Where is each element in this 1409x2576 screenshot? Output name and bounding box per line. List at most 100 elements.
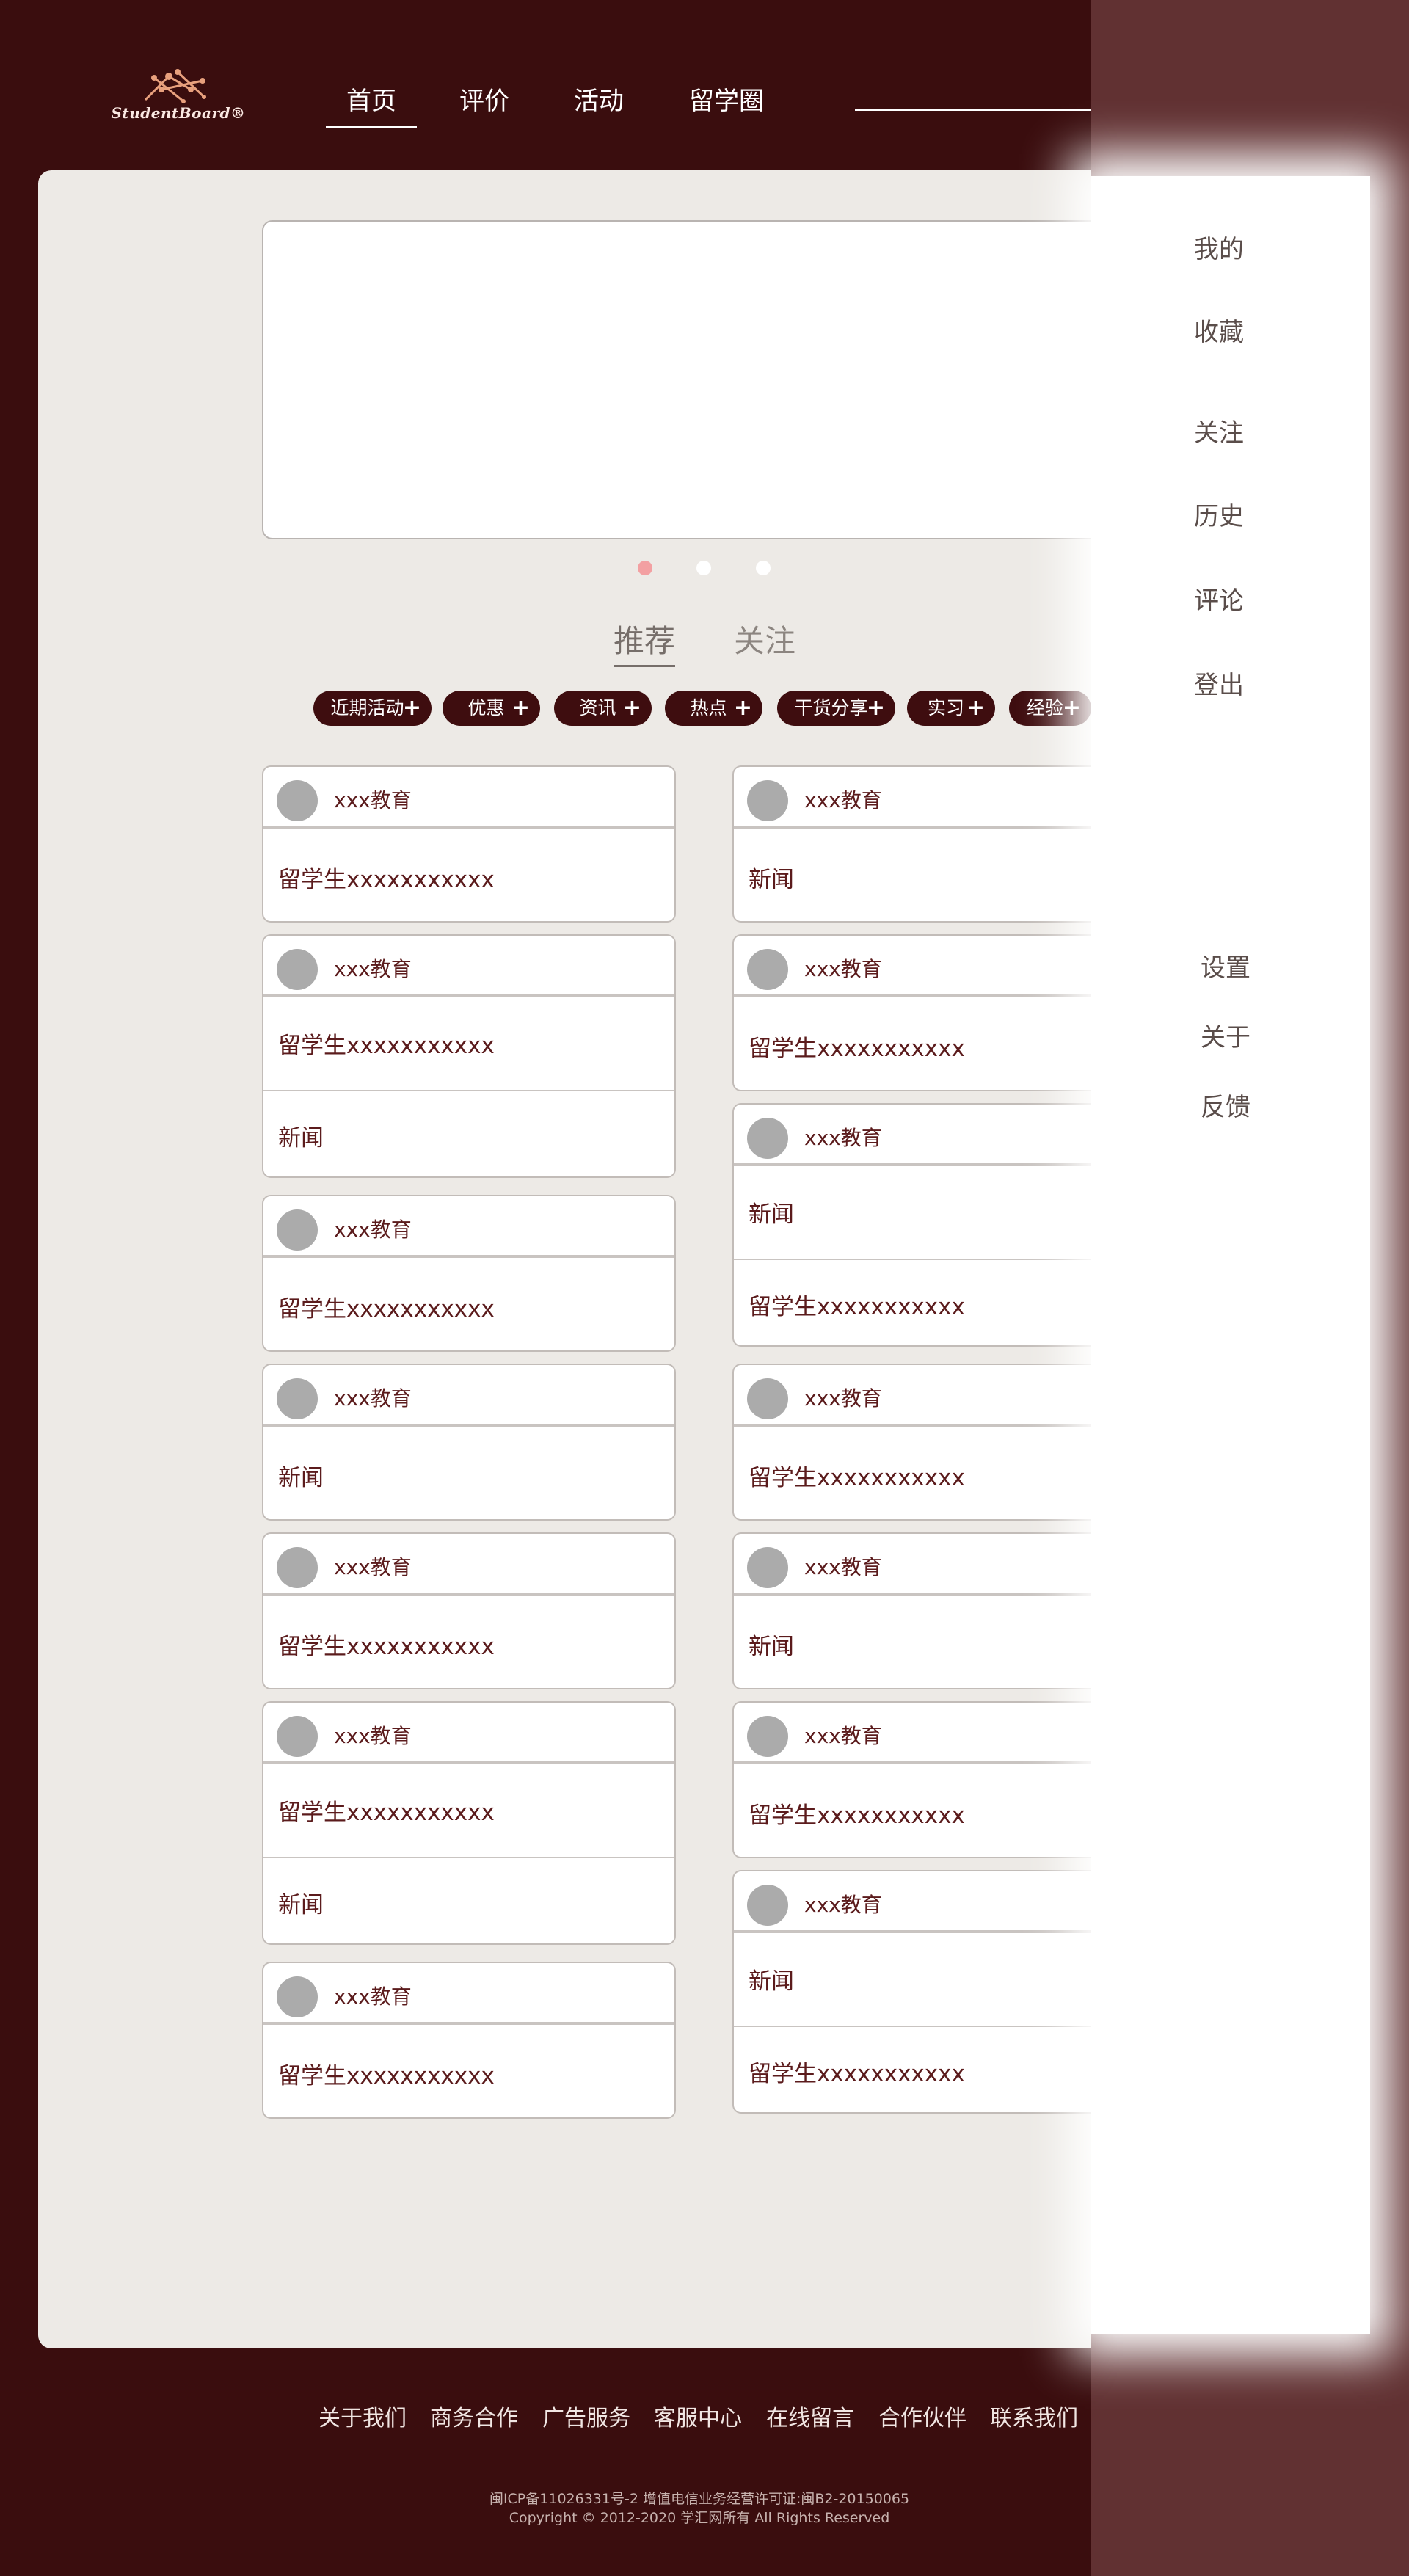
carousel-dot-2[interactable] (696, 561, 711, 575)
avatar (747, 1547, 788, 1588)
feed-item[interactable]: 新闻 (734, 827, 1142, 921)
footer-link-message[interactable]: 在线留言 (766, 2400, 854, 2432)
chip-deals[interactable]: 优惠 + (443, 691, 540, 726)
feed-item[interactable]: 新闻 (734, 1165, 1142, 1259)
chip-experience[interactable]: 经验 + (1009, 691, 1091, 726)
feed-card[interactable]: xxx教育 新闻 留学生xxxxxxxxxxx (732, 1103, 1143, 1347)
chip-recent-activities[interactable]: 近期活动 + (313, 691, 432, 726)
card-header: xxx教育 (263, 1365, 674, 1425)
feed-item-text: 留学生xxxxxxxxxxx (278, 867, 495, 893)
chip-label: 实习 (927, 697, 964, 718)
feed-item-text: 留学生xxxxxxxxxxx (278, 1634, 495, 1660)
feed-item[interactable]: 新闻 (263, 1090, 674, 1176)
menu-item-logout[interactable]: 登出 (1194, 665, 1244, 701)
feed-item-text: 新闻 (749, 1201, 794, 1228)
menu-item-favorites[interactable]: 收藏 (1194, 312, 1244, 348)
card-header: xxx教育 (263, 1703, 674, 1763)
chip-news[interactable]: 资讯 + (554, 691, 652, 726)
card-header: xxx教育 (734, 936, 1142, 996)
feed-card[interactable]: xxx教育 留学生xxxxxxxxxxx (262, 1962, 676, 2119)
feed-item[interactable]: 留学生xxxxxxxxxxx (734, 1259, 1142, 1345)
menu-item-settings[interactable]: 设置 (1201, 947, 1250, 983)
chip-tips[interactable]: 干货分享 + (777, 691, 895, 726)
chip-label: 优惠 (467, 697, 505, 718)
footer-link-partners[interactable]: 合作伙伴 (878, 2400, 966, 2432)
card-source: xxx教育 (804, 1126, 882, 1150)
feed-card[interactable]: xxx教育 留学生xxxxxxxxxxx (732, 1701, 1143, 1858)
feed-item[interactable]: 留学生xxxxxxxxxxx (263, 1594, 674, 1688)
plus-icon: + (966, 695, 985, 721)
footer-link-support[interactable]: 客服中心 (654, 2400, 742, 2432)
chip-label: 经验 (1026, 697, 1063, 718)
feed-item[interactable]: 新闻 (263, 1857, 674, 1943)
search-input[interactable] (855, 109, 1097, 111)
chip-internship[interactable]: 实习 + (907, 691, 995, 726)
footer-link-business[interactable]: 商务合作 (430, 2400, 518, 2432)
feed-item[interactable]: 留学生xxxxxxxxxxx (734, 1763, 1142, 1857)
feed-item[interactable]: 留学生xxxxxxxxxxx (263, 2023, 674, 2117)
nav-home[interactable]: 首页 (326, 81, 417, 128)
avatar (277, 1716, 318, 1757)
feed-item[interactable]: 新闻 (263, 1425, 674, 1519)
menu-item-following[interactable]: 关注 (1194, 412, 1244, 448)
feed-card[interactable]: xxx教育 新闻 (262, 1364, 676, 1521)
menu-item-comments[interactable]: 评论 (1194, 581, 1244, 616)
nav-study-abroad-circle[interactable]: 留学圈 (689, 81, 764, 117)
feed-item[interactable]: 留学生xxxxxxxxxxx (734, 2026, 1142, 2112)
feed-item-text: 留学生xxxxxxxxxxx (749, 1036, 965, 1062)
feed-item-text: 留学生xxxxxxxxxxx (749, 1465, 965, 1491)
feed-card[interactable]: xxx教育 新闻 (732, 765, 1143, 923)
card-source: xxx教育 (804, 788, 882, 812)
menu-item-feedback[interactable]: 反馈 (1201, 1087, 1250, 1123)
feed-card[interactable]: xxx教育 新闻 留学生xxxxxxxxxxx (732, 1870, 1143, 2114)
feed-card[interactable]: xxx教育 留学生xxxxxxxxxxx (262, 1195, 676, 1352)
chip-hot[interactable]: 热点 + (665, 691, 762, 726)
feed-card[interactable]: xxx教育 留学生xxxxxxxxxxx (732, 1364, 1143, 1521)
logo-text: StudentBoard® (111, 104, 246, 122)
feed-card[interactable]: xxx教育 留学生xxxxxxxxxxx (732, 934, 1143, 1091)
feed-card[interactable]: xxx教育 留学生xxxxxxxxxxx (262, 1532, 676, 1689)
feed-card[interactable]: xxx教育 新闻 (732, 1532, 1143, 1689)
feed-item[interactable]: 留学生xxxxxxxxxxx (263, 996, 674, 1090)
plus-icon: + (733, 695, 752, 721)
tab-following[interactable]: 关注 (734, 616, 795, 661)
plus-icon: + (1062, 695, 1081, 721)
feed-card[interactable]: xxx教育 留学生xxxxxxxxxxx 新闻 (262, 1701, 676, 1945)
avatar (277, 780, 318, 821)
logo-mark-icon (144, 69, 206, 103)
feed-item[interactable]: 新闻 (734, 1932, 1142, 2026)
banner-carousel[interactable] (262, 220, 1143, 539)
feed-item[interactable]: 新闻 (734, 1594, 1142, 1688)
card-header: xxx教育 (734, 1534, 1142, 1594)
feed-item[interactable]: 留学生xxxxxxxxxxx (734, 1425, 1142, 1519)
avatar (747, 780, 788, 821)
feed-item[interactable]: 留学生xxxxxxxxxxx (263, 827, 674, 921)
feed-item[interactable]: 留学生xxxxxxxxxxx (263, 1256, 674, 1350)
avatar (277, 1378, 318, 1419)
feed-item-text: 留学生xxxxxxxxxxx (749, 1802, 965, 1829)
footer-link-ads[interactable]: 广告服务 (542, 2400, 630, 2432)
feed-card[interactable]: xxx教育 留学生xxxxxxxxxxx 新闻 (262, 934, 676, 1178)
nav-reviews[interactable]: 评价 (459, 81, 509, 117)
chip-label: 近期活动 (330, 697, 404, 718)
feed-card[interactable]: xxx教育 留学生xxxxxxxxxxx (262, 765, 676, 923)
feed-item[interactable]: 留学生xxxxxxxxxxx (263, 1763, 674, 1857)
footer-link-contact[interactable]: 联系我们 (990, 2400, 1078, 2432)
menu-item-history[interactable]: 历史 (1194, 496, 1244, 532)
card-header: xxx教育 (263, 1534, 674, 1594)
plus-icon: + (511, 695, 530, 721)
card-header: xxx教育 (734, 1871, 1142, 1932)
footer-link-about[interactable]: 关于我们 (318, 2400, 407, 2432)
carousel-dot-3[interactable] (756, 561, 771, 575)
menu-item-about[interactable]: 关于 (1201, 1017, 1250, 1053)
avatar (277, 949, 318, 990)
brand-logo[interactable]: StudentBoard® (109, 68, 248, 126)
feed-item-text: 新闻 (749, 1968, 794, 1995)
carousel-dot-1[interactable] (638, 561, 652, 575)
nav-activities[interactable]: 活动 (574, 81, 624, 117)
feed-item[interactable]: 留学生xxxxxxxxxxx (734, 996, 1142, 1090)
tab-recommended[interactable]: 推荐 (614, 616, 676, 667)
avatar (747, 1885, 788, 1926)
feed-item-text: 留学生xxxxxxxxxxx (278, 1296, 495, 1322)
menu-item-mine[interactable]: 我的 (1194, 229, 1244, 265)
